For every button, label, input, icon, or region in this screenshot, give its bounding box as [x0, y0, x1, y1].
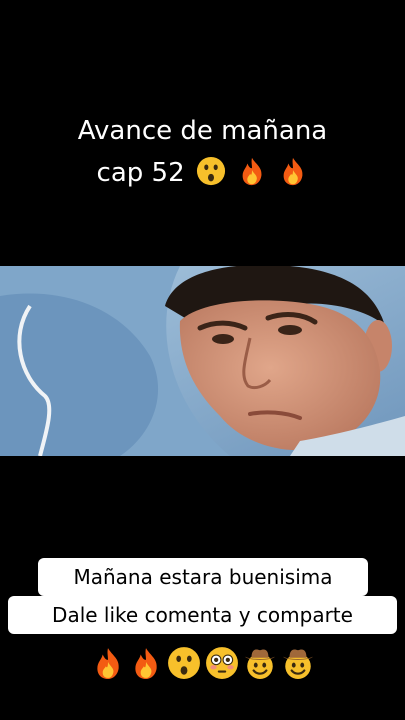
cowboy-face-icon: [244, 649, 275, 679]
fire-icon: [284, 157, 303, 186]
video-title-line1: Avance de mañana: [77, 116, 328, 146]
video-still-image: [0, 266, 405, 456]
astonished-face-icon: [196, 156, 225, 186]
video-title-line2: cap 52: [0, 152, 405, 194]
flushed-face-icon: [205, 647, 238, 679]
fire-icon: [96, 648, 119, 679]
emoji-row: [0, 646, 405, 680]
video-frame[interactable]: [0, 266, 405, 456]
fire-icon: [134, 648, 157, 679]
astonished-face-icon: [167, 647, 200, 679]
caption-line-1: Mañana estara buenisima: [38, 558, 368, 596]
episode-label: cap 52: [96, 158, 185, 188]
caption-line-2: Dale like comenta y comparte: [8, 596, 397, 634]
cowboy-face-icon: [282, 649, 313, 679]
fire-icon: [242, 157, 262, 186]
